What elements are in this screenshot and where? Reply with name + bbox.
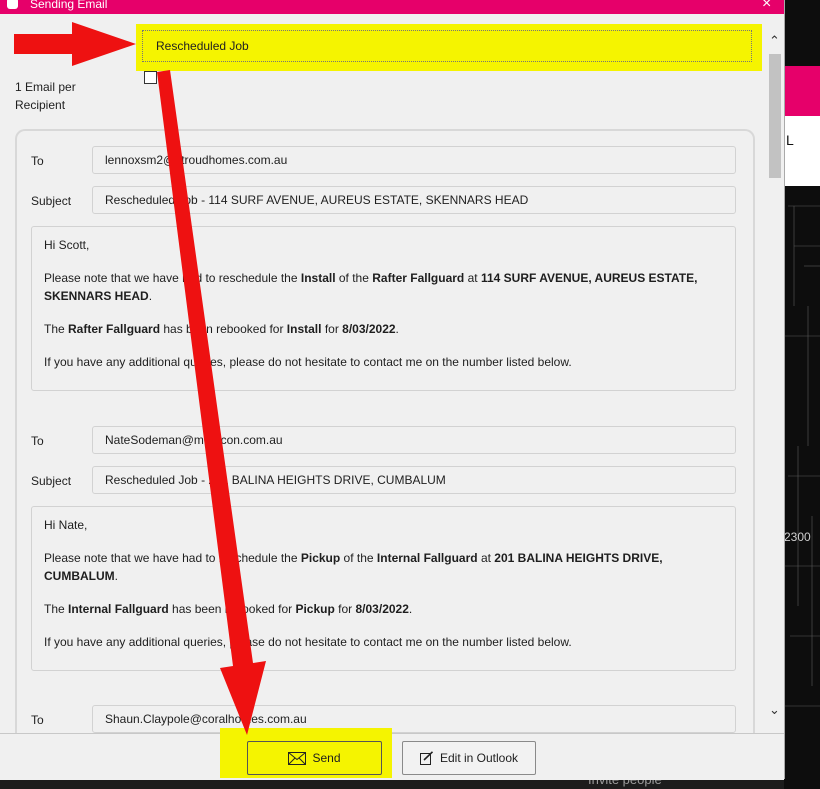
sending-email-dialog: Sending Email × Template Rescheduled Job… xyxy=(0,0,785,780)
to-label: To xyxy=(31,713,44,727)
subject-label: Subject xyxy=(31,474,72,488)
scroll-down-chevron-icon[interactable]: ⌄ xyxy=(769,702,780,718)
body-paragraph: Please note that we have had to reschedu… xyxy=(44,551,663,583)
window-title: Sending Email xyxy=(30,0,108,11)
email-body[interactable]: Hi Scott, Please note that we have had t… xyxy=(31,226,736,391)
to-field[interactable]: Shaun.Claypole@coralhomes.com.au xyxy=(92,705,736,733)
edit-in-outlook-button[interactable]: Edit in Outlook xyxy=(402,741,536,775)
background-pink-band xyxy=(784,66,820,116)
send-button-label: Send xyxy=(312,751,341,765)
subject-label: Subject xyxy=(31,194,72,208)
to-label: To xyxy=(31,154,44,168)
dialog-footer xyxy=(0,733,784,780)
app-icon xyxy=(7,0,18,9)
greeting: Hi Scott, xyxy=(44,238,90,252)
template-select[interactable]: Rescheduled Job xyxy=(142,30,752,62)
background-white-band: L xyxy=(784,116,820,186)
title-bar: Sending Email × xyxy=(0,0,784,14)
body-paragraph: Please note that we have had to reschedu… xyxy=(44,271,698,303)
per-recipient-label-line2: Recipient xyxy=(15,98,66,112)
per-recipient-label: 1 Email per Recipient xyxy=(15,78,76,114)
to-label: To xyxy=(31,434,44,448)
subject-field[interactable]: Rescheduled Job - 201 BALINA HEIGHTS DRI… xyxy=(92,466,736,494)
email-body[interactable]: Hi Nate, Please note that we have had to… xyxy=(31,506,736,671)
envelope-icon xyxy=(288,751,307,765)
background-blueprint xyxy=(784,205,820,707)
to-field[interactable]: lennoxsm2@stroudhomes.com.au xyxy=(92,146,736,174)
edit-in-outlook-label: Edit in Outlook xyxy=(439,751,519,765)
scrollbar-thumb[interactable] xyxy=(769,54,781,178)
per-recipient-label-line1: 1 Email per xyxy=(15,80,76,94)
body-paragraph: The Internal Fallguard has been rebooked… xyxy=(44,602,413,616)
background-letter: L xyxy=(786,132,794,148)
body-paragraph: If you have any additional queries, plea… xyxy=(44,355,572,369)
subject-field[interactable]: Rescheduled Job - 114 SURF AVENUE, AUREU… xyxy=(92,186,736,214)
edit-icon xyxy=(419,751,434,765)
scroll-up-chevron-icon[interactable]: ⌃ xyxy=(769,33,780,49)
template-label: Template xyxy=(15,40,64,54)
body-paragraph: If you have any additional queries, plea… xyxy=(44,635,572,649)
greeting: Hi Nate, xyxy=(44,518,88,532)
per-recipient-checkbox[interactable] xyxy=(144,71,157,84)
send-button[interactable]: Send xyxy=(247,741,382,775)
close-icon[interactable]: × xyxy=(762,0,771,13)
body-paragraph: The Rafter Fallguard has been rebooked f… xyxy=(44,322,399,336)
to-field[interactable]: NateSodeman@metricon.com.au xyxy=(92,426,736,454)
background-dimension-label: 2300 xyxy=(784,530,811,544)
email-list: To lennoxsm2@stroudhomes.com.au Subject … xyxy=(15,129,755,751)
